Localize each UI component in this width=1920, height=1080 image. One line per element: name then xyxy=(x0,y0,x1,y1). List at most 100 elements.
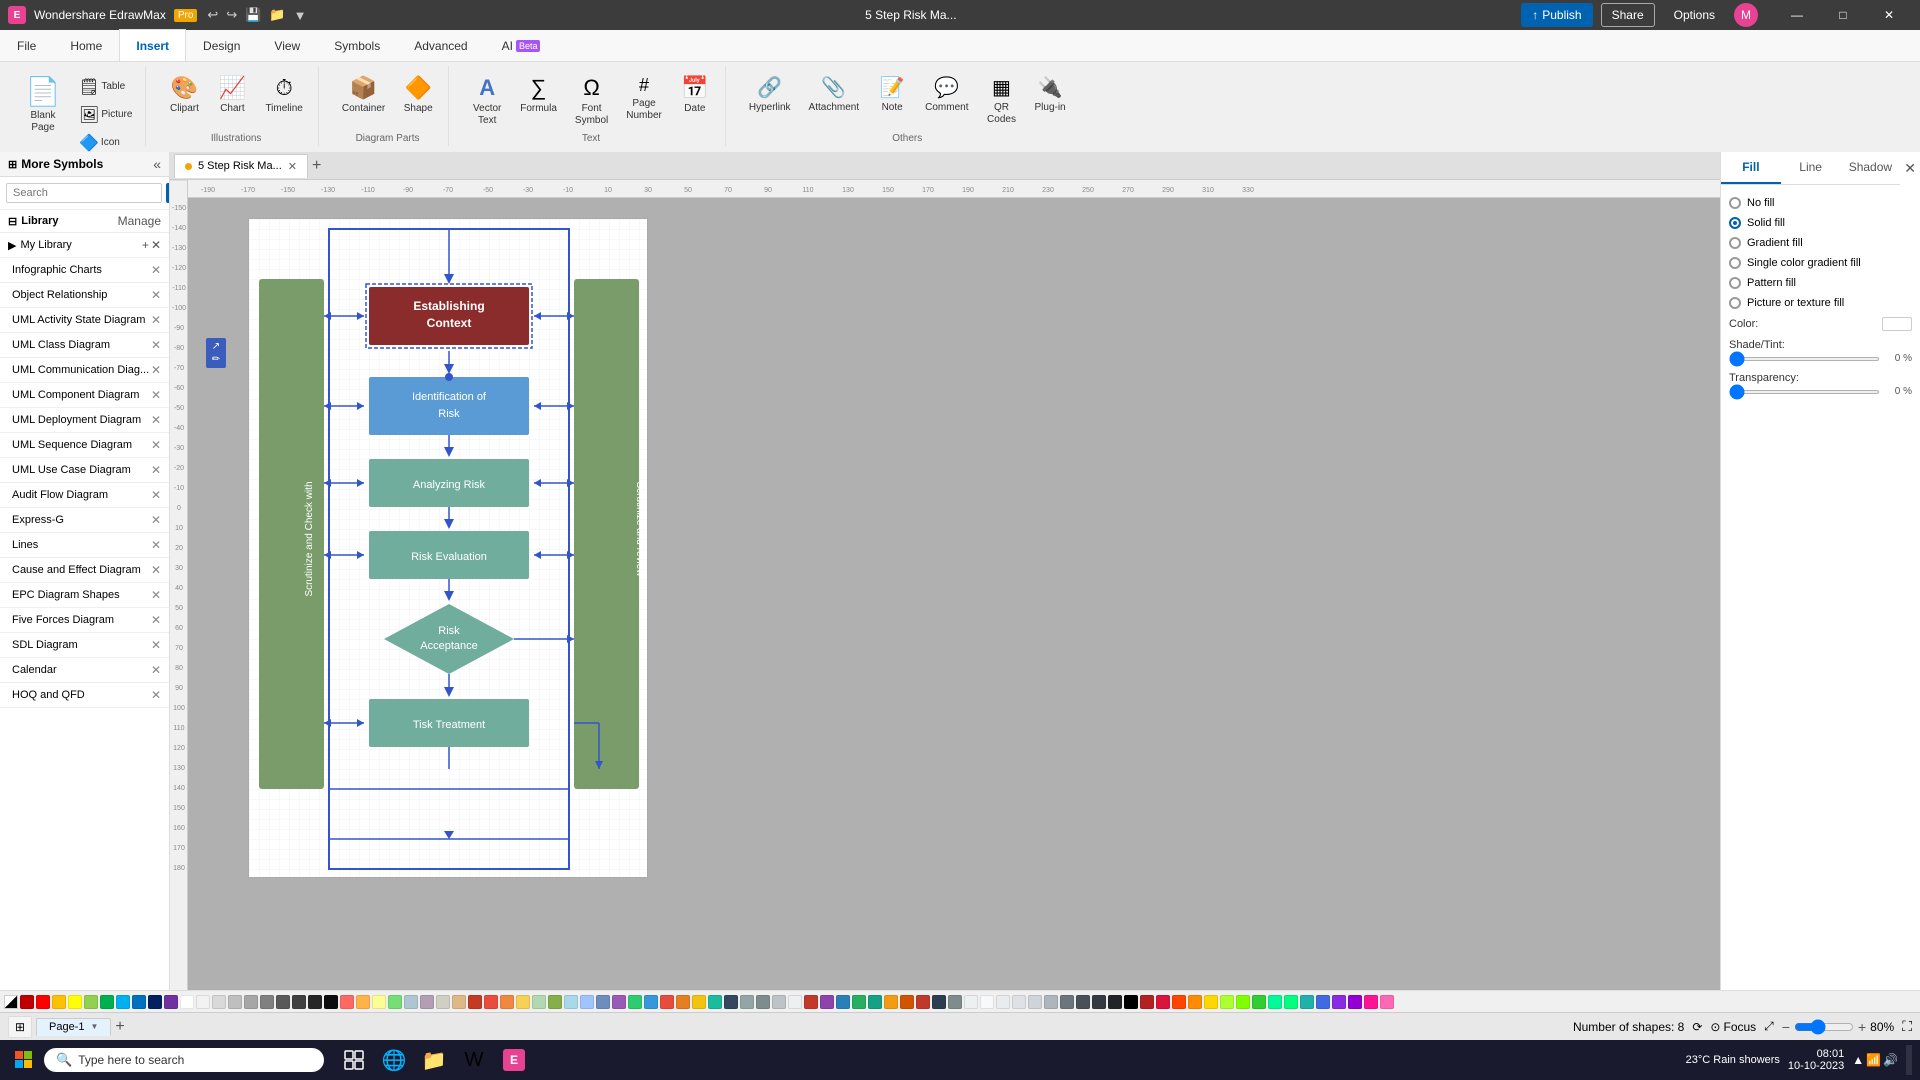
file-explorer-button[interactable]: 📁 xyxy=(416,1042,452,1078)
qr-codes-button[interactable]: ▦ QRCodes xyxy=(979,70,1023,131)
timeline-button[interactable]: ⏱ Timeline xyxy=(258,70,309,120)
canvas-tool-pen[interactable]: ✏ xyxy=(212,354,220,365)
color-swatch[interactable] xyxy=(548,995,562,1009)
tab-home[interactable]: Home xyxy=(53,29,119,61)
color-swatch[interactable] xyxy=(900,995,914,1009)
clock-area[interactable]: 08:01 10-10-2023 xyxy=(1788,1048,1844,1072)
color-swatch[interactable] xyxy=(1364,995,1378,1009)
uml-sequence-close[interactable]: ✕ xyxy=(151,438,161,452)
comment-button[interactable]: 💬 Comment xyxy=(918,70,975,119)
tab-close-button[interactable]: ✕ xyxy=(288,160,297,173)
sidebar-item-hoq-qfd[interactable]: HOQ and QFD ✕ xyxy=(0,683,169,708)
maximize-button[interactable]: □ xyxy=(1820,0,1866,30)
color-swatch[interactable] xyxy=(148,995,162,1009)
color-swatch[interactable] xyxy=(1156,995,1170,1009)
single-color-gradient-option[interactable]: Single color gradient fill xyxy=(1729,253,1912,273)
color-swatch[interactable] xyxy=(1188,995,1202,1009)
color-swatch[interactable] xyxy=(612,995,626,1009)
refresh-icon-area[interactable]: ⟳ xyxy=(1692,1020,1702,1034)
color-swatch[interactable] xyxy=(244,995,258,1009)
sidebar-item-my-library[interactable]: ▶ My Library + ✕ xyxy=(0,233,169,258)
tab-advanced[interactable]: Advanced xyxy=(397,29,484,61)
color-swatch[interactable] xyxy=(372,995,386,1009)
infographic-charts-close[interactable]: ✕ xyxy=(151,263,161,277)
line-tab[interactable]: Line xyxy=(1781,152,1841,184)
options-button[interactable]: Options xyxy=(1663,3,1726,27)
color-swatch[interactable] xyxy=(1172,995,1186,1009)
pattern-fill-option[interactable]: Pattern fill xyxy=(1729,273,1912,293)
tray-expand[interactable]: ▲ xyxy=(1852,1053,1864,1067)
show-desktop-button[interactable] xyxy=(1906,1045,1912,1075)
task-view-button[interactable] xyxy=(336,1042,372,1078)
epc-diagram-close[interactable]: ✕ xyxy=(151,588,161,602)
color-swatch[interactable] xyxy=(1252,995,1266,1009)
color-swatch[interactable] xyxy=(36,995,50,1009)
audit-flow-close[interactable]: ✕ xyxy=(151,488,161,502)
solid-fill-radio[interactable] xyxy=(1729,217,1741,229)
clipart-button[interactable]: 🎨 Clipart xyxy=(162,70,206,120)
zoom-slider[interactable] xyxy=(1794,1019,1854,1035)
uml-usecase-close[interactable]: ✕ xyxy=(151,463,161,477)
color-swatch[interactable] xyxy=(420,995,434,1009)
identification-box[interactable] xyxy=(369,377,529,435)
color-swatch[interactable] xyxy=(1092,995,1106,1009)
speaker-icon[interactable]: 🔊 xyxy=(1883,1053,1898,1067)
font-symbol-button[interactable]: Ω FontSymbol xyxy=(568,70,615,132)
uml-component-close[interactable]: ✕ xyxy=(151,388,161,402)
color-swatch[interactable] xyxy=(804,995,818,1009)
page-tab-1[interactable]: Page-1 ▼ xyxy=(36,1018,111,1036)
sidebar-item-uml-deployment[interactable]: UML Deployment Diagram ✕ xyxy=(0,408,169,433)
publish-button[interactable]: ↑ Publish xyxy=(1521,3,1592,27)
color-swatch[interactable] xyxy=(436,995,450,1009)
taskbar-search-box[interactable]: 🔍 Type here to search xyxy=(44,1048,324,1072)
color-swatch[interactable] xyxy=(1028,995,1042,1009)
uml-communication-close[interactable]: ✕ xyxy=(151,363,161,377)
uml-deployment-close[interactable]: ✕ xyxy=(151,413,161,427)
color-swatch[interactable] xyxy=(1348,995,1362,1009)
color-swatch[interactable] xyxy=(932,995,946,1009)
network-icon[interactable]: 📶 xyxy=(1866,1053,1881,1067)
edrawmax-button[interactable]: E xyxy=(496,1042,532,1078)
color-swatch[interactable] xyxy=(1140,995,1154,1009)
no-fill-option[interactable]: No fill xyxy=(1729,193,1912,213)
color-swatch[interactable] xyxy=(948,995,962,1009)
color-swatch[interactable] xyxy=(100,995,114,1009)
redo-button[interactable]: ↪ xyxy=(224,5,239,25)
uml-activity-close[interactable]: ✕ xyxy=(151,313,161,327)
color-swatch[interactable] xyxy=(404,995,418,1009)
formula-button[interactable]: ∑ Formula xyxy=(513,70,564,120)
shade-slider[interactable] xyxy=(1729,357,1880,361)
color-swatch[interactable] xyxy=(964,995,978,1009)
picture-texture-option[interactable]: Picture or texture fill xyxy=(1729,293,1912,313)
more-button[interactable]: ▼ xyxy=(292,6,309,25)
canvas-tool-select[interactable]: ↗ xyxy=(212,341,220,352)
color-swatch[interactable] xyxy=(1380,995,1394,1009)
no-fill-radio[interactable] xyxy=(1729,197,1741,209)
sidebar-item-uml-sequence[interactable]: UML Sequence Diagram ✕ xyxy=(0,433,169,458)
color-swatch[interactable] xyxy=(196,995,210,1009)
color-swatch[interactable] xyxy=(788,995,802,1009)
tab-design[interactable]: Design xyxy=(186,29,257,61)
color-swatch[interactable] xyxy=(1124,995,1138,1009)
start-button[interactable] xyxy=(8,1044,40,1076)
pages-overview-button[interactable]: ⊞ xyxy=(8,1016,32,1038)
color-swatch[interactable] xyxy=(884,995,898,1009)
blank-page-button[interactable]: 📄 BlankPage xyxy=(16,70,70,139)
color-swatch[interactable] xyxy=(308,995,322,1009)
picture-texture-radio[interactable] xyxy=(1729,297,1741,309)
tab-view[interactable]: View xyxy=(257,29,317,61)
color-swatch[interactable] xyxy=(516,995,530,1009)
color-swatch[interactable] xyxy=(356,995,370,1009)
container-button[interactable]: 📦 Container xyxy=(335,70,392,120)
color-swatch[interactable] xyxy=(1300,995,1314,1009)
five-forces-close[interactable]: ✕ xyxy=(151,613,161,627)
collapse-sidebar-button[interactable]: « xyxy=(153,156,161,172)
color-swatch[interactable] xyxy=(1060,995,1074,1009)
color-swatch[interactable] xyxy=(20,995,34,1009)
color-swatch[interactable] xyxy=(164,995,178,1009)
color-swatch[interactable] xyxy=(644,995,658,1009)
color-swatch[interactable] xyxy=(452,995,466,1009)
shadow-tab[interactable]: Shadow xyxy=(1841,152,1901,184)
color-swatch[interactable] xyxy=(228,995,242,1009)
color-swatch[interactable] xyxy=(660,995,674,1009)
